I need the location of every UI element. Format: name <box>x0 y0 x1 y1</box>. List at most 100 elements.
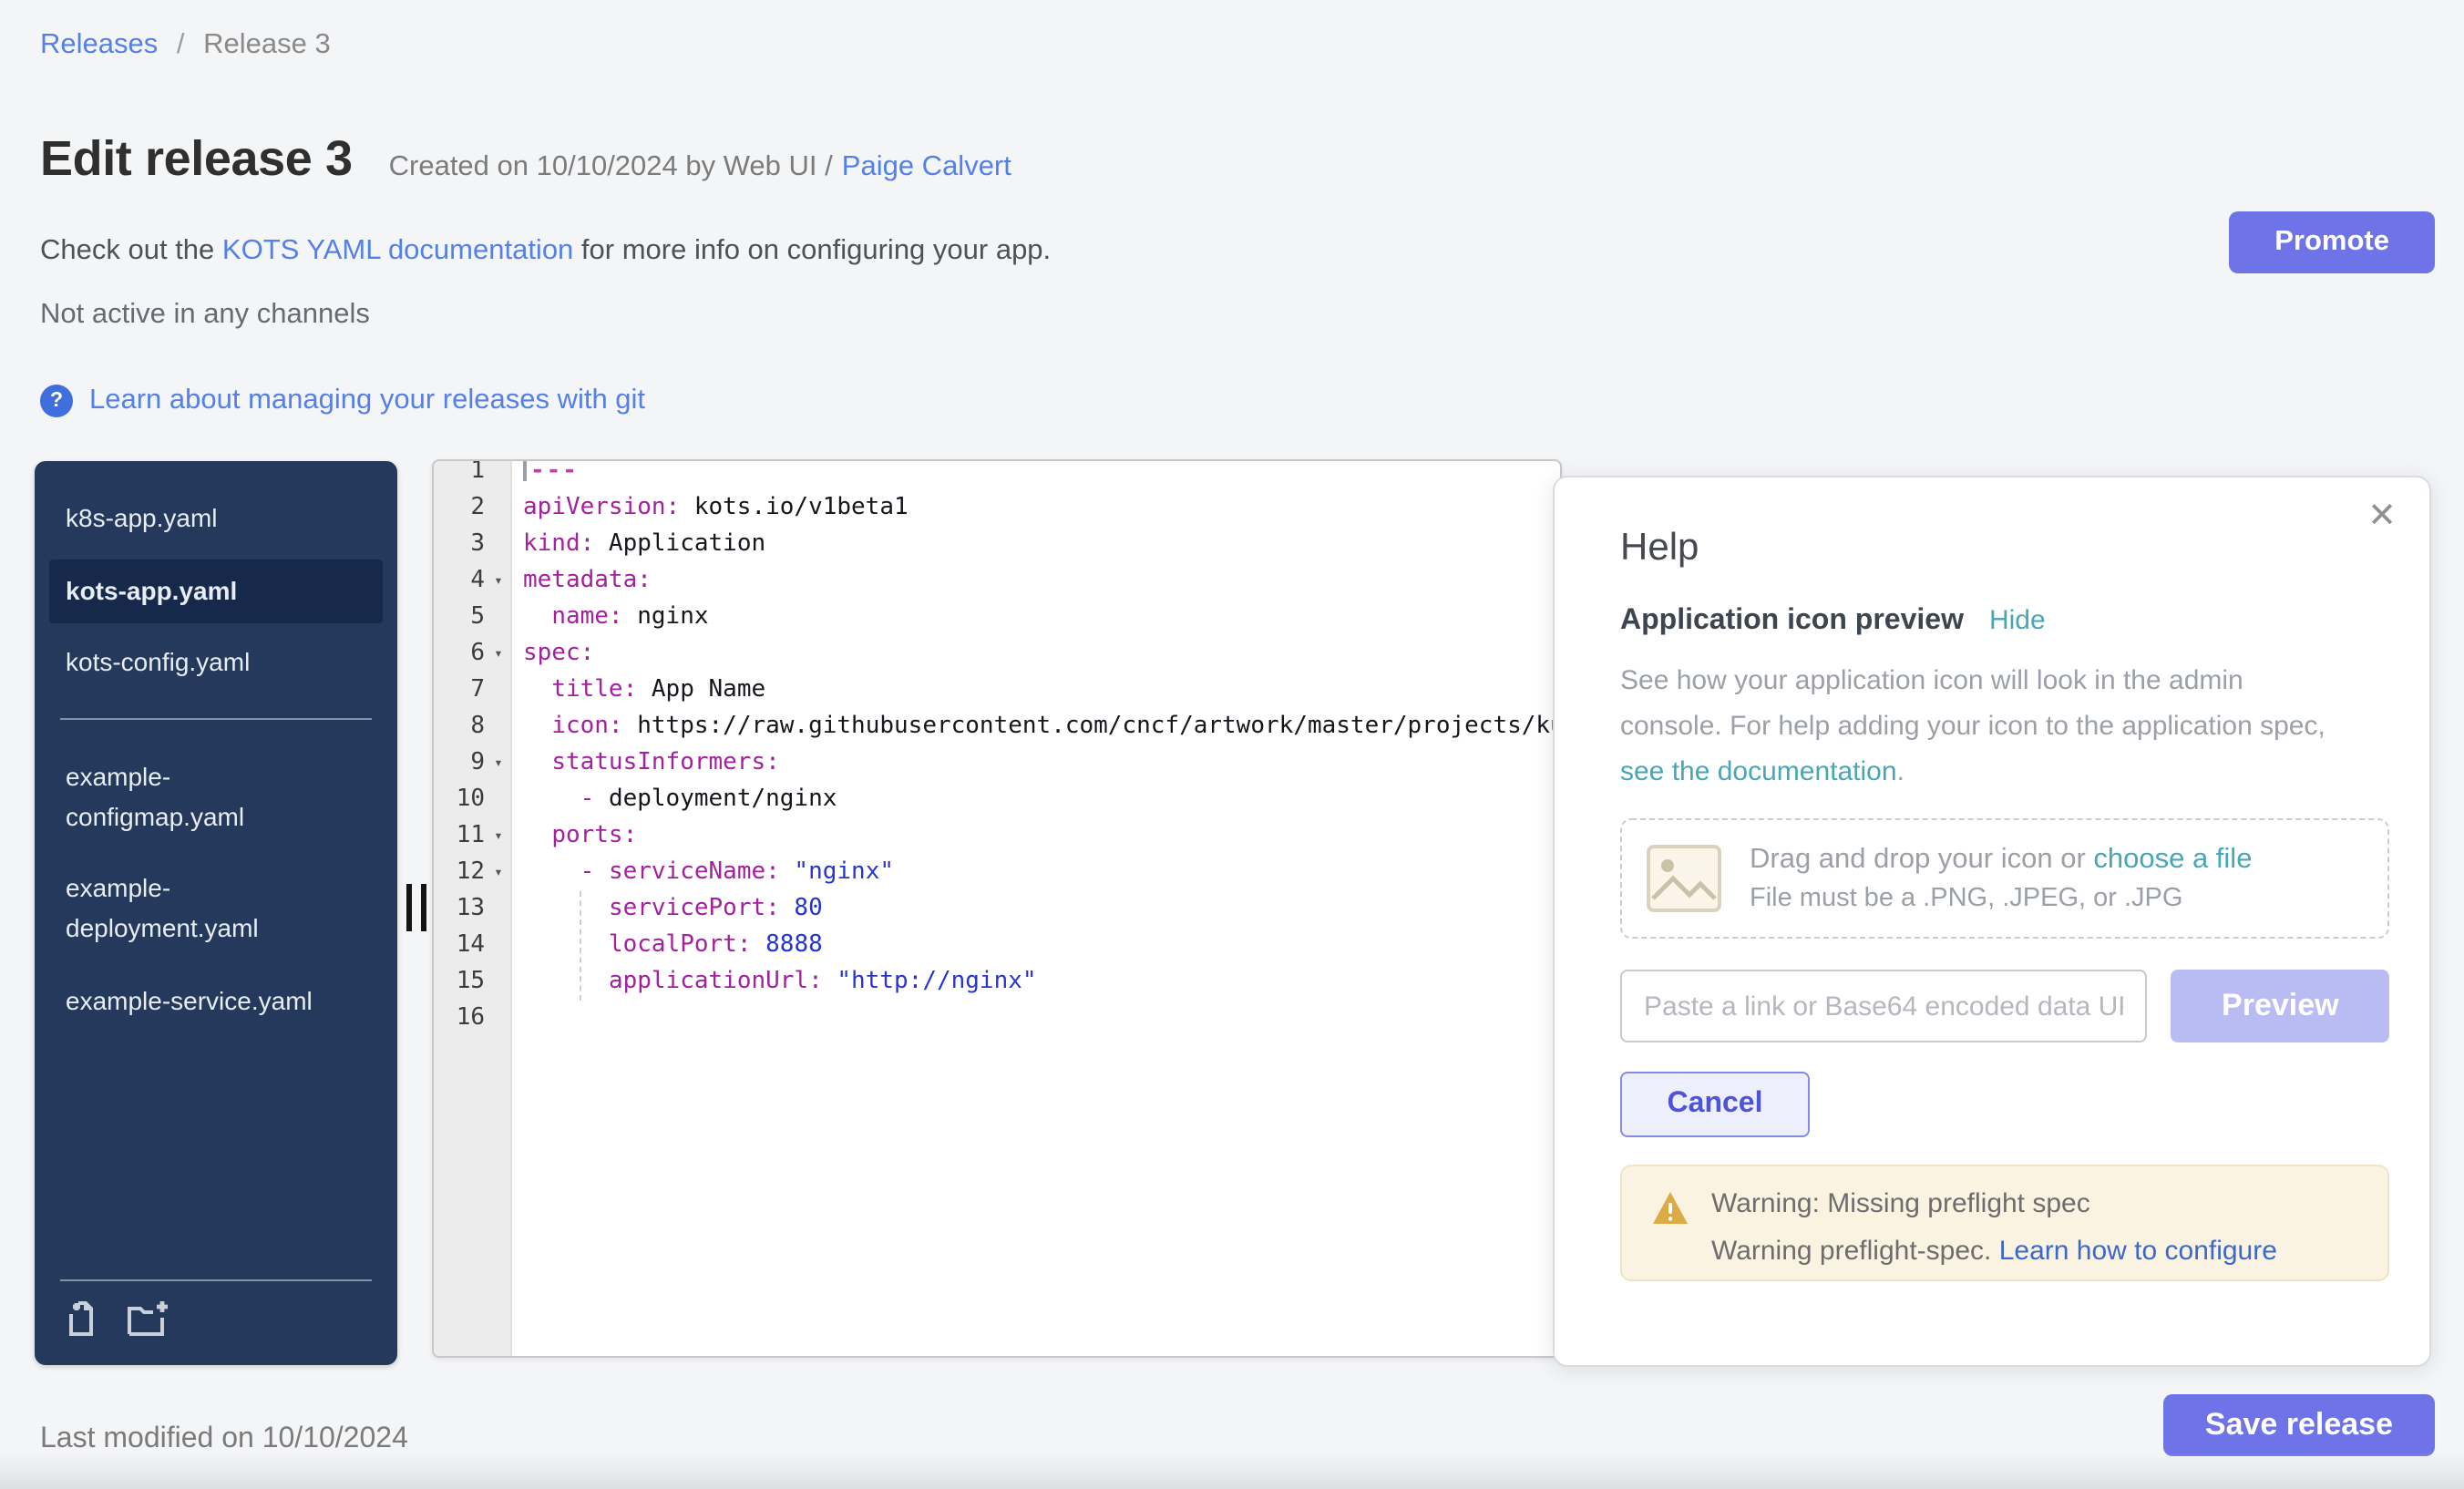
code-line[interactable]: 2apiVersion: kots.io/v1beta1 <box>434 490 1560 527</box>
warning-body: Warning preflight-spec. Learn how to con… <box>1711 1236 2277 1267</box>
code-text: applicationUrl: "http://nginx" <box>523 968 1037 995</box>
file-item-example-service-yaml[interactable]: example-service.yaml <box>49 970 383 1034</box>
docs-line-suffix: for more info on configuring your app. <box>573 235 1051 266</box>
code-line[interactable]: 16 <box>434 1001 1560 1037</box>
code-line[interactable]: 7 title: App Name <box>434 673 1560 709</box>
code-line[interactable]: 5 name: nginx <box>434 600 1560 636</box>
code-text: servicePort: 80 <box>523 895 823 922</box>
sidebar-footer <box>60 1279 372 1347</box>
code-text: name: nginx <box>523 603 709 631</box>
icon-url-input[interactable] <box>1620 970 2148 1042</box>
code-line[interactable]: 4▾metadata: <box>434 563 1560 600</box>
breadcrumb-current: Release 3 <box>203 29 331 60</box>
line-number: 7 <box>434 673 485 709</box>
code-line[interactable]: 12▾ - serviceName: "nginx" <box>434 855 1560 891</box>
breadcrumb-separator: / <box>177 29 185 60</box>
yaml-editor[interactable]: 1---2apiVersion: kots.io/v1beta13 kind: A… <box>432 459 1562 1358</box>
breadcrumb-releases-link[interactable]: Releases <box>40 29 158 60</box>
last-modified: Last modified on 10/10/2024 <box>40 1423 408 1456</box>
code-text: - serviceName: "nginx" <box>523 858 894 886</box>
line-number: 5 <box>434 600 485 636</box>
fold-arrow-icon[interactable]: ▾ <box>487 563 510 600</box>
code-line[interactable]: 14 localPort: 8888 <box>434 928 1560 964</box>
dropzone-text: Drag and drop your icon or choose a file <box>1750 844 2252 877</box>
page-title: Edit release 3 <box>40 128 353 190</box>
promote-button[interactable]: Promote <box>2229 211 2435 273</box>
code-line[interactable]: 10 - deployment/nginx <box>434 782 1560 818</box>
file-item-kots-app-yaml[interactable]: kots-app.yaml <box>49 559 383 623</box>
icon-preview-title: Application icon preview <box>1620 605 1964 638</box>
code-line[interactable]: 11▾ ports: <box>434 818 1560 855</box>
file-list-primary: k8s-app.yaml kots-app.yaml kots-config.yam… <box>35 487 397 696</box>
hide-link[interactable]: Hide <box>1989 605 2046 636</box>
text-cursor <box>523 459 527 481</box>
icon-preview-description: See how your application icon will look … <box>1620 658 2389 795</box>
title-row: Edit release 3 Created on 10/10/2024 by … <box>40 128 1011 190</box>
fold-arrow-icon[interactable]: ▾ <box>487 818 510 855</box>
code-text: title: App Name <box>523 676 765 703</box>
code-text: spec: <box>523 640 594 667</box>
add-folder-icon[interactable] <box>126 1299 169 1340</box>
author-link[interactable]: Paige Calvert <box>842 151 1011 182</box>
fold-arrow-icon[interactable]: ▾ <box>487 855 510 891</box>
file-item-k8s-app-yaml[interactable]: k8s-app.yaml <box>49 487 383 551</box>
kots-yaml-docs-link[interactable]: KOTS YAML documentation <box>222 235 573 266</box>
git-releases-link[interactable]: Learn about managing your releases with … <box>89 385 645 417</box>
choose-file-link[interactable]: choose a file <box>2093 844 2252 875</box>
sidebar-resize-handle[interactable] <box>406 884 426 931</box>
fold-arrow-icon[interactable]: ▾ <box>487 745 510 782</box>
see-documentation-link[interactable]: see the documentation <box>1620 756 1897 787</box>
line-number: 4 <box>434 563 485 600</box>
line-number: 9 <box>434 745 485 782</box>
code-text: kind: Application <box>523 530 765 558</box>
file-sidebar: k8s-app.yaml kots-app.yaml kots-config.yam… <box>35 461 397 1365</box>
git-help-row: ? Learn about managing your releases wit… <box>40 385 645 417</box>
channel-status: Not active in any channels <box>40 299 370 332</box>
save-release-button[interactable]: Save release <box>2163 1394 2435 1456</box>
code-line[interactable]: 8 icon: https://raw.githubusercontent.co… <box>434 709 1560 745</box>
indent-guide <box>580 891 581 1001</box>
cancel-button[interactable]: Cancel <box>1620 1072 1810 1137</box>
file-item-example-configmap-yaml[interactable]: example-configmap.yaml <box>49 745 383 850</box>
code-line[interactable]: 13 servicePort: 80 <box>434 891 1560 928</box>
code-text: localPort: 8888 <box>523 931 823 959</box>
close-icon[interactable]: ✕ <box>2367 499 2397 534</box>
line-number: 6 <box>434 636 485 673</box>
line-number: 1 <box>434 459 485 490</box>
code-text: - deployment/nginx <box>523 786 837 813</box>
help-circle-icon[interactable]: ? <box>40 385 73 417</box>
code-text: icon: https://raw.githubusercontent.com/… <box>523 713 1562 740</box>
code-line[interactable]: 3 kind: Application <box>434 527 1560 563</box>
line-number: 14 <box>434 928 485 964</box>
code-line[interactable]: 1--- <box>434 459 1560 490</box>
line-number: 15 <box>434 964 485 1001</box>
add-file-icon[interactable] <box>64 1299 104 1340</box>
bottom-fade <box>0 1453 2464 1489</box>
code-lines: 1---2apiVersion: kots.io/v1beta13 kind: A… <box>434 459 1560 1037</box>
sidebar-divider <box>60 718 372 720</box>
learn-configure-link[interactable]: Learn how to configure <box>1999 1236 2277 1267</box>
docs-line: Check out the KOTS YAML documentation fo… <box>40 235 1051 268</box>
code-text: ports: <box>523 822 637 849</box>
warning-icon <box>1651 1190 1689 1227</box>
code-line[interactable]: 15 applicationUrl: "http://nginx" <box>434 964 1560 1001</box>
docs-line-prefix: Check out the <box>40 235 222 266</box>
line-number: 16 <box>434 1001 485 1037</box>
code-line[interactable]: 9▾ statusInformers: <box>434 745 1560 782</box>
line-number: 12 <box>434 855 485 891</box>
file-item-example-deployment-yaml[interactable]: example-deployment.yaml <box>49 857 383 962</box>
breadcrumb: Releases / Release 3 <box>40 29 331 62</box>
created-info: Created on 10/10/2024 by Web UI / Paige C… <box>389 151 1011 184</box>
preflight-warning: Warning: Missing preflight spec Warning … <box>1620 1165 2389 1281</box>
line-number: 10 <box>434 782 485 818</box>
preview-button[interactable]: Preview <box>2171 970 2389 1042</box>
created-text: Created on 10/10/2024 by Web UI / <box>389 151 833 182</box>
file-item-kots-config-yaml[interactable]: kots-config.yaml <box>49 632 383 696</box>
line-number: 2 <box>434 490 485 527</box>
fold-arrow-icon[interactable]: ▾ <box>487 636 510 673</box>
line-number: 3 <box>434 527 485 563</box>
icon-dropzone[interactable]: Drag and drop your icon or choose a file… <box>1620 818 2389 939</box>
help-panel-title: Help <box>1620 527 2389 570</box>
code-line[interactable]: 6▾ spec: <box>434 636 1560 673</box>
page: Releases / Release 3 Edit release 3 Crea… <box>0 0 2464 1489</box>
